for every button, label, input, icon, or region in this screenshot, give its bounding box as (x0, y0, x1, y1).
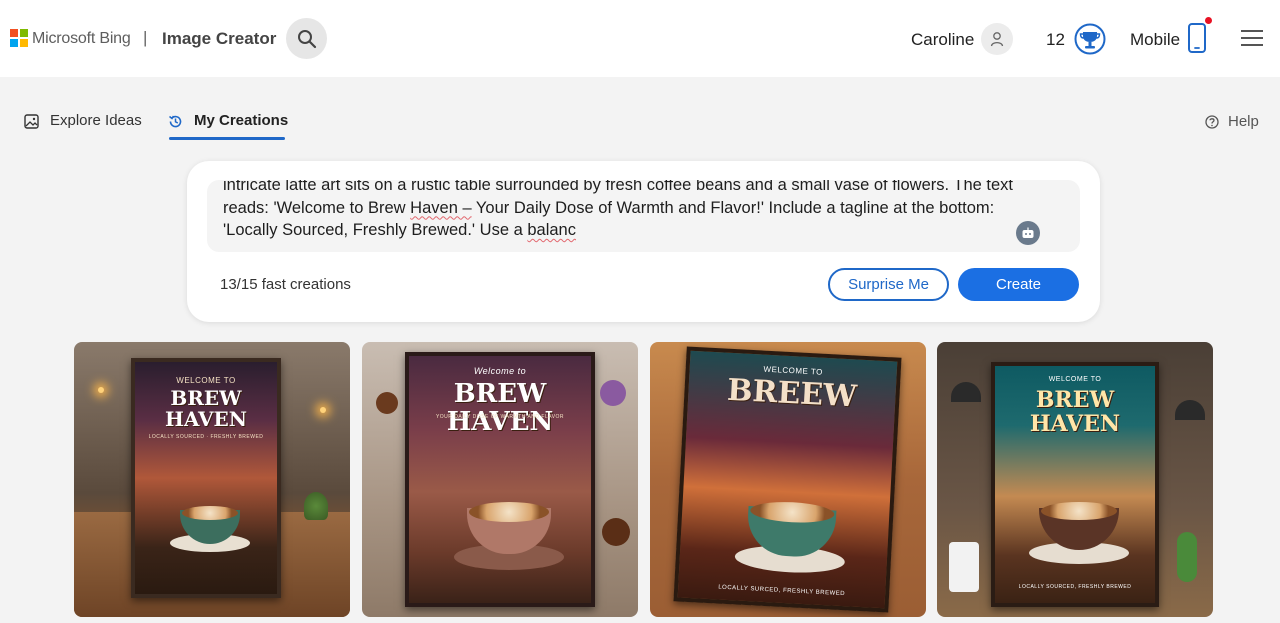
brand-name[interactable]: Microsoft Bing (32, 30, 131, 48)
rewards-trophy-icon[interactable] (1074, 23, 1106, 55)
mobile-link[interactable]: Mobile (1130, 30, 1180, 50)
poster-top-text: Welcome to (473, 366, 527, 376)
coffee-bowl (602, 518, 630, 546)
poster-tagline: LOCALLY SOURCED, FRESHLY BREWED (1018, 584, 1132, 590)
coffee-bowl (376, 392, 398, 414)
lamp-light (98, 387, 104, 393)
latte-foam (182, 506, 238, 520)
menu-icon[interactable] (1241, 29, 1263, 47)
avatar[interactable] (981, 23, 1013, 55)
surprise-me-button[interactable]: Surprise Me (828, 268, 949, 301)
poster: WELCOME TO BREEW LOCALLY SURCED, FRESHLY… (673, 346, 902, 613)
help-label: Help (1228, 113, 1259, 130)
phone-icon[interactable] (1187, 22, 1207, 54)
fast-creations-count: 13/15 fast creations (220, 276, 351, 293)
prompt-input[interactable]: intricate latte art sits on a rustic tab… (207, 180, 1080, 252)
poster-top-text: WELCOME TO (1048, 376, 1102, 383)
generated-image[interactable]: WELCOME TO BREEW LOCALLY SURCED, FRESHLY… (650, 342, 926, 617)
brand-separator: | (143, 28, 148, 47)
pendant-lamp (1175, 400, 1205, 420)
search-icon (297, 29, 316, 48)
user-name[interactable]: Caroline (911, 30, 974, 50)
flower-mug (949, 542, 979, 592)
latte-foam (1041, 502, 1117, 520)
prompt-line: reads: 'Welcome to Brew Haven – Your Dai… (223, 197, 1023, 220)
spellcheck-word: Haven – (410, 198, 472, 217)
create-button[interactable]: Create (958, 268, 1079, 301)
top-header: Microsoft Bing | Image Creator Caroline … (0, 0, 1280, 77)
poster-title: BREEW (726, 372, 858, 415)
poster-tagline: LOCALLY SOURCED · FRESHLY BREWED (148, 434, 264, 440)
prompt-span: 'Locally Sourced, Freshly Brewed.' Use a (223, 221, 528, 239)
prompt-text[interactable]: intricate latte art sits on a rustic tab… (223, 180, 1023, 242)
robot-icon (1022, 227, 1034, 238)
help-link[interactable]: Help (1205, 113, 1259, 130)
poster-title: BREW HAVEN (446, 379, 554, 437)
prompt-span: reads: 'Welcome to Brew (223, 198, 411, 217)
pendant-lamp (951, 382, 981, 402)
generated-image[interactable]: WELCOME TO BREW HAVEN LOCALLY SOURCED, F… (937, 342, 1213, 617)
prompt-line: 'Locally Sourced, Freshly Brewed.' Use a… (223, 219, 1023, 242)
cactus (1177, 532, 1197, 582)
spellcheck-word: balanc (527, 221, 576, 239)
tab-explore-ideas[interactable]: Explore Ideas (24, 112, 142, 140)
plant (304, 492, 328, 520)
prompt-span: Your Daily Dose of Warmth and Flavor!' I… (471, 198, 995, 217)
prompt-card: intricate latte art sits on a rustic tab… (187, 161, 1100, 322)
copilot-button[interactable] (1016, 221, 1040, 245)
poster-top-text: WELCOME TO (176, 376, 236, 385)
poster: WELCOME TO BREW HAVEN LOCALLY SOURCED, F… (991, 362, 1159, 607)
latte-foam (469, 502, 549, 522)
image-icon (24, 114, 39, 129)
rewards-points[interactable]: 12 (1046, 30, 1065, 50)
app-title[interactable]: Image Creator (162, 29, 276, 49)
decor-bowl (600, 380, 626, 406)
help-icon (1205, 114, 1219, 129)
microsoft-logo-icon[interactable] (10, 29, 28, 47)
poster-title: BREW HAVEN (164, 386, 247, 431)
generated-image[interactable]: Welcome to BREW HAVEN YOUR DAILY DOSE OF… (362, 342, 638, 617)
poster: Welcome to BREW HAVEN YOUR DAILY DOSE OF… (405, 352, 595, 607)
notification-dot (1205, 17, 1212, 24)
user-icon (990, 32, 1004, 47)
poster: WELCOME TO BREW HAVEN LOCALLY SOURCED · … (131, 358, 281, 598)
history-icon (169, 115, 182, 128)
search-button[interactable] (286, 18, 327, 59)
tab-my-creations[interactable]: My Creations (168, 112, 288, 140)
poster-title: BREW HAVEN (1029, 387, 1121, 437)
active-tab-indicator (169, 137, 285, 140)
lamp-light (320, 407, 326, 413)
poster-tagline: LOCALLY SURCED, FRESHLY BREWED (718, 584, 846, 598)
poster-tagline: YOUR DAILY DOSE OF WARMTH AND FLAVOR (435, 414, 565, 420)
prompt-line: intricate latte art sits on a rustic tab… (223, 180, 1013, 194)
tab-label: Explore Ideas (50, 112, 142, 129)
tab-label: My Creations (194, 112, 289, 129)
generated-image[interactable]: WELCOME TO BREW HAVEN LOCALLY SOURCED · … (74, 342, 350, 617)
